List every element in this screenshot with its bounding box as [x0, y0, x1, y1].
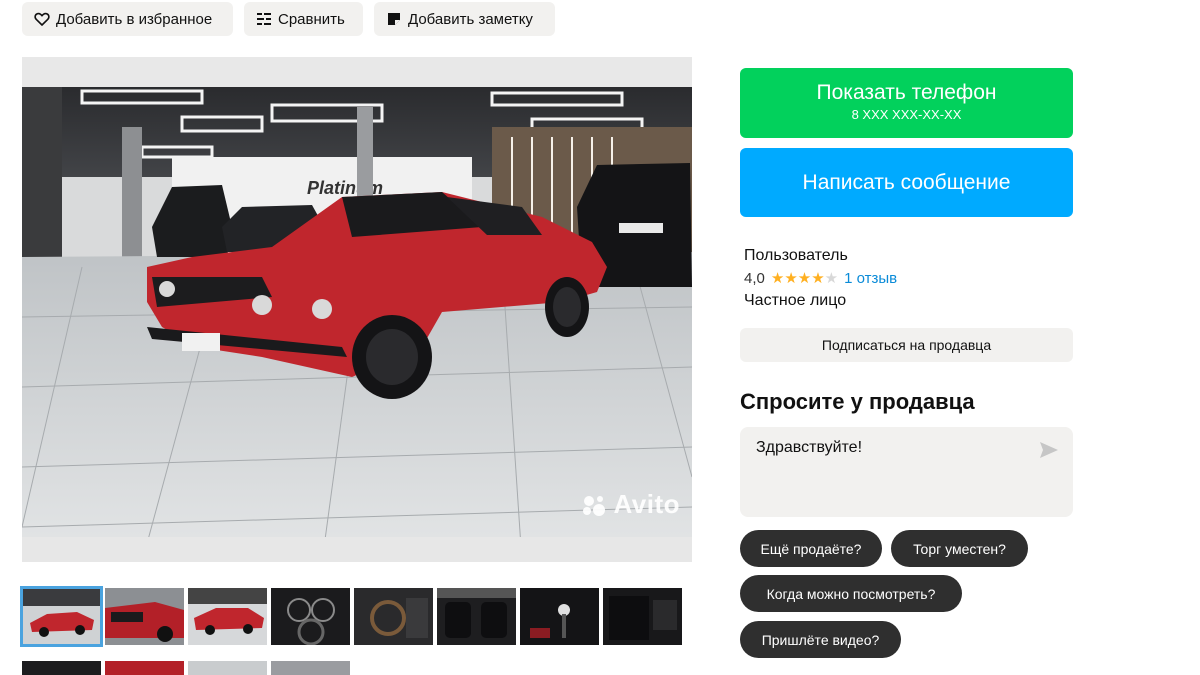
thumbnail-7[interactable]	[520, 588, 599, 645]
show-phone-button[interactable]: Показать телефон 8 XXX XXX-XX-XX	[740, 68, 1073, 138]
main-photo[interactable]: Platinum Avito	[22, 57, 692, 562]
quick-question-chip[interactable]: Пришлёте видео?	[740, 621, 901, 658]
star-filled-icon: ★	[770, 269, 785, 287]
star-empty-icon: ★	[824, 269, 839, 287]
thumbnail-image	[520, 588, 599, 645]
add-to-favorites-label: Добавить в избранное	[56, 10, 213, 28]
thumbnail-2[interactable]	[105, 588, 184, 645]
thumbnail-6[interactable]	[437, 588, 516, 645]
thumbnail-11[interactable]	[188, 661, 267, 675]
seller-name[interactable]: Пользователь	[744, 247, 848, 265]
note-icon	[388, 13, 400, 25]
ask-seller-title: Спросите у продавца	[740, 389, 975, 414]
write-message-button[interactable]: Написать сообщение	[740, 148, 1073, 217]
ask-message-box[interactable]	[740, 427, 1073, 517]
thumbnail-image	[354, 588, 433, 645]
star-filled-icon: ★	[797, 269, 812, 287]
show-phone-label: Показать телефон	[816, 81, 997, 104]
star-filled-icon: ★	[811, 269, 825, 287]
write-message-label: Написать сообщение	[802, 170, 1011, 194]
star-filled-icon: ★	[784, 269, 798, 287]
thumbnail-image	[22, 588, 101, 645]
thumbnail-image	[603, 588, 682, 645]
add-note-label: Добавить заметку	[408, 10, 533, 28]
masked-phone: 8 XXX XXX-XX-XX	[851, 107, 962, 122]
subscribe-seller-button[interactable]: Подписаться на продавца	[740, 328, 1073, 362]
add-to-favorites-button[interactable]: Добавить в избранное	[22, 2, 233, 36]
compare-label: Сравнить	[278, 10, 345, 28]
subscribe-seller-label: Подписаться на продавца	[821, 337, 992, 353]
quick-question-chip[interactable]: Ещё продаёте?	[740, 530, 882, 567]
quick-question-chip[interactable]: Когда можно посмотреть?	[740, 575, 962, 612]
rating-stars: ★ ★ ★ ★ ★	[771, 271, 838, 286]
avito-watermark-text: Avito	[613, 489, 680, 519]
thumbnail-image	[105, 588, 184, 645]
thumbnail-image	[437, 588, 516, 645]
thumbnail-12[interactable]	[271, 661, 350, 675]
thumbnail-8[interactable]	[603, 588, 682, 645]
compare-button[interactable]: Сравнить	[244, 2, 363, 36]
avito-logo-icon	[583, 495, 606, 516]
thumbnail-image	[188, 588, 267, 645]
send-icon[interactable]	[1039, 441, 1059, 459]
thumbnail-4[interactable]	[271, 588, 350, 645]
seller-type: Частное лицо	[744, 292, 847, 309]
thumbnail-9[interactable]	[22, 661, 101, 675]
thumbnail-image	[271, 588, 350, 645]
avito-watermark: Avito	[581, 489, 680, 520]
seller-rating: 4,0 ★ ★ ★ ★ ★ 1 отзыв	[744, 269, 897, 287]
thumbnail-3[interactable]	[188, 588, 267, 645]
rating-value: 4,0	[744, 269, 765, 287]
thumbnail-1[interactable]	[20, 586, 103, 647]
ask-message-input[interactable]	[756, 439, 1026, 457]
reviews-link[interactable]: 1 отзыв	[844, 270, 897, 287]
quick-question-chip[interactable]: Торг уместен?	[891, 530, 1028, 567]
compare-icon	[257, 13, 271, 25]
heart-icon	[34, 12, 50, 26]
car-photo-illustration: Platinum	[22, 57, 692, 562]
add-note-button[interactable]: Добавить заметку	[374, 2, 555, 36]
thumbnail-5[interactable]	[354, 588, 433, 645]
thumbnail-10[interactable]	[105, 661, 184, 675]
